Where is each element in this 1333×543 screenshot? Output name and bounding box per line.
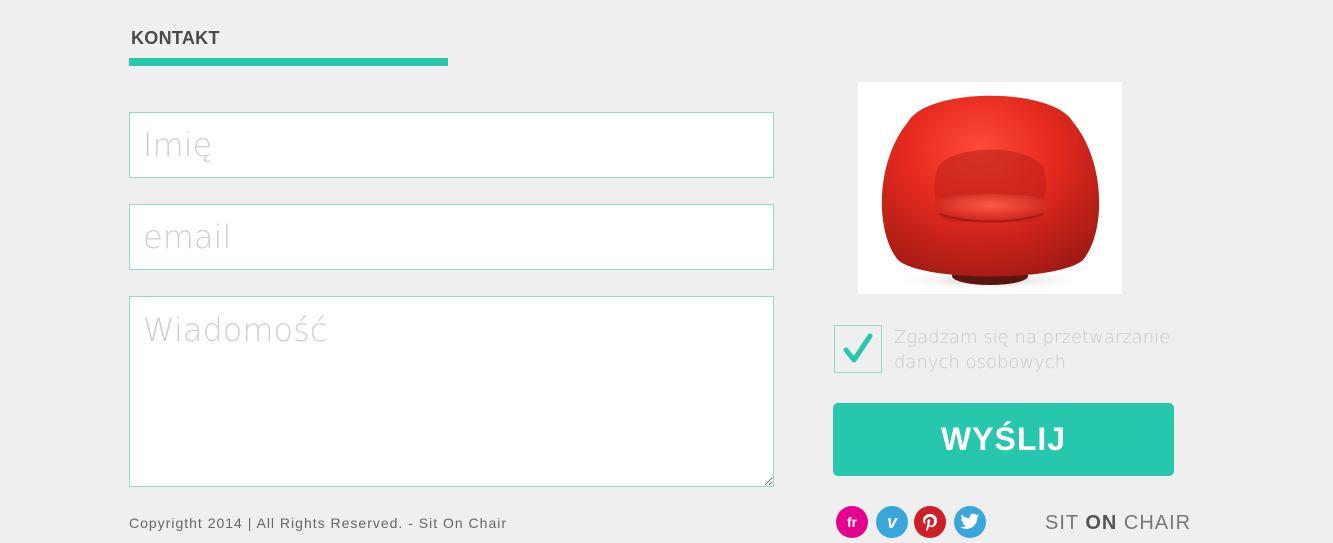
section-title: KONTAKT xyxy=(131,28,220,48)
email-input[interactable] xyxy=(129,204,774,270)
pinterest-glyph-icon xyxy=(923,514,937,531)
brand-logo: SIT ON CHAIR xyxy=(1045,512,1192,534)
send-button[interactable]: WYŚLIJ xyxy=(833,403,1174,476)
name-input[interactable] xyxy=(129,112,774,178)
vimeo-icon[interactable]: v xyxy=(876,506,908,538)
consent-label: Zgadzam się na przetwarzanie danych osob… xyxy=(894,327,1171,373)
consent-checkbox[interactable] xyxy=(834,325,882,373)
fr-icon[interactable]: fr xyxy=(836,506,868,538)
twitter-bird-icon xyxy=(960,513,980,529)
checkmark-icon xyxy=(843,333,873,363)
pinterest-icon[interactable] xyxy=(914,506,946,538)
copyright-text: Copyrigtht 2014 | All Rights Reserved. -… xyxy=(129,515,508,531)
twitter-icon[interactable] xyxy=(954,506,986,538)
title-underline xyxy=(129,58,448,66)
message-textarea[interactable] xyxy=(129,296,774,487)
red-armchair-image xyxy=(858,82,1122,294)
